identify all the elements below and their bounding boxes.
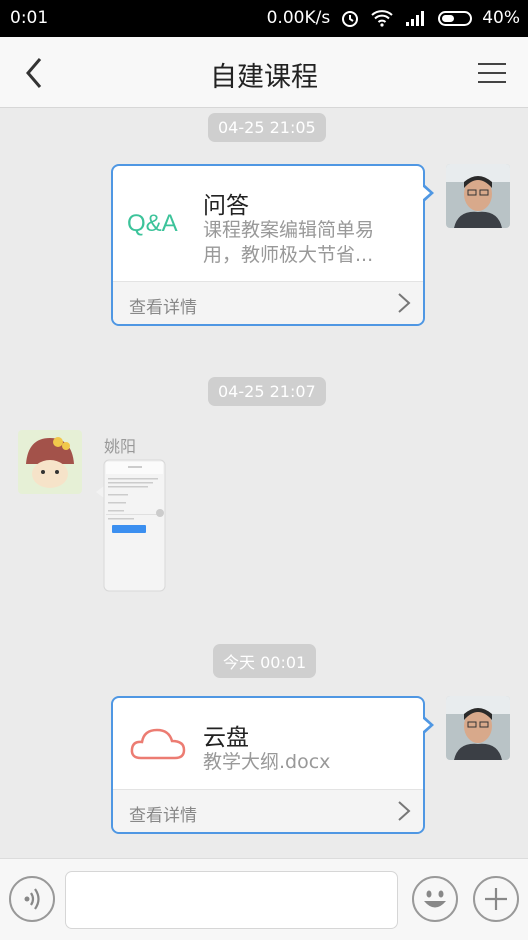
chevron-right-icon	[398, 293, 411, 313]
qa-description-line2: 用，教师极大节省...	[203, 244, 374, 266]
qa-card[interactable]: Q&A 问答 课程教案编辑简单易 用，教师极大节省... 查看详情	[111, 164, 434, 326]
alarm-icon	[342, 11, 359, 27]
bubble-tail	[422, 184, 434, 202]
sender-avatar[interactable]	[18, 430, 82, 494]
bubble-tail	[422, 716, 434, 734]
person-avatar-image	[446, 164, 510, 228]
view-details-link[interactable]: 查看详情	[129, 801, 197, 826]
menu-button[interactable]	[478, 63, 506, 83]
cloud-icon	[130, 728, 186, 760]
battery-icon	[438, 10, 473, 26]
voice-button[interactable]	[9, 876, 55, 922]
cartoon-avatar-image	[18, 430, 82, 494]
wifi-icon	[371, 10, 393, 27]
view-details-link[interactable]: 查看详情	[129, 293, 197, 318]
status-time: 0:01	[10, 8, 49, 28]
cloud-drive-card[interactable]: 云盘 教学大纲.docx 查看详情	[111, 696, 434, 834]
qa-description-line1: 课程教案编辑简单易	[203, 219, 375, 241]
qa-title: 问答	[203, 193, 249, 219]
self-avatar[interactable]	[446, 696, 510, 760]
signal-icon	[406, 11, 425, 26]
timestamp: 今天 00:01	[213, 644, 317, 678]
chevron-right-icon	[398, 801, 411, 821]
voice-icon	[24, 888, 40, 910]
page-title: 自建课程	[210, 62, 318, 93]
timestamp: 04-25 21:07	[208, 377, 326, 406]
plus-icon	[485, 888, 507, 910]
input-bar	[0, 858, 528, 940]
battery-percent: 40%	[482, 8, 520, 28]
self-avatar[interactable]	[446, 164, 510, 228]
image-message[interactable]	[92, 456, 166, 592]
cloud-title: 云盘	[203, 725, 249, 751]
qa-card-footer[interactable]: 查看详情	[113, 281, 423, 324]
file-name: 教学大纲.docx	[203, 751, 331, 773]
cloud-card-footer[interactable]: 查看详情	[113, 789, 423, 832]
header-bar: 自建课程	[0, 37, 528, 108]
qa-icon: Q&A	[127, 210, 178, 237]
person-avatar-image	[446, 696, 510, 760]
timestamp: 04-25 21:05	[208, 113, 326, 142]
sender-name: 姚阳	[104, 437, 137, 456]
screenshot-thumbnail	[96, 459, 166, 592]
status-bar: 0:01 0.00K/s 40%	[0, 0, 528, 37]
message-input[interactable]	[65, 871, 398, 929]
network-speed: 0.00K/s	[266, 8, 331, 28]
add-button[interactable]	[473, 876, 519, 922]
emoji-button[interactable]	[412, 876, 458, 922]
smiley-icon	[424, 890, 446, 908]
